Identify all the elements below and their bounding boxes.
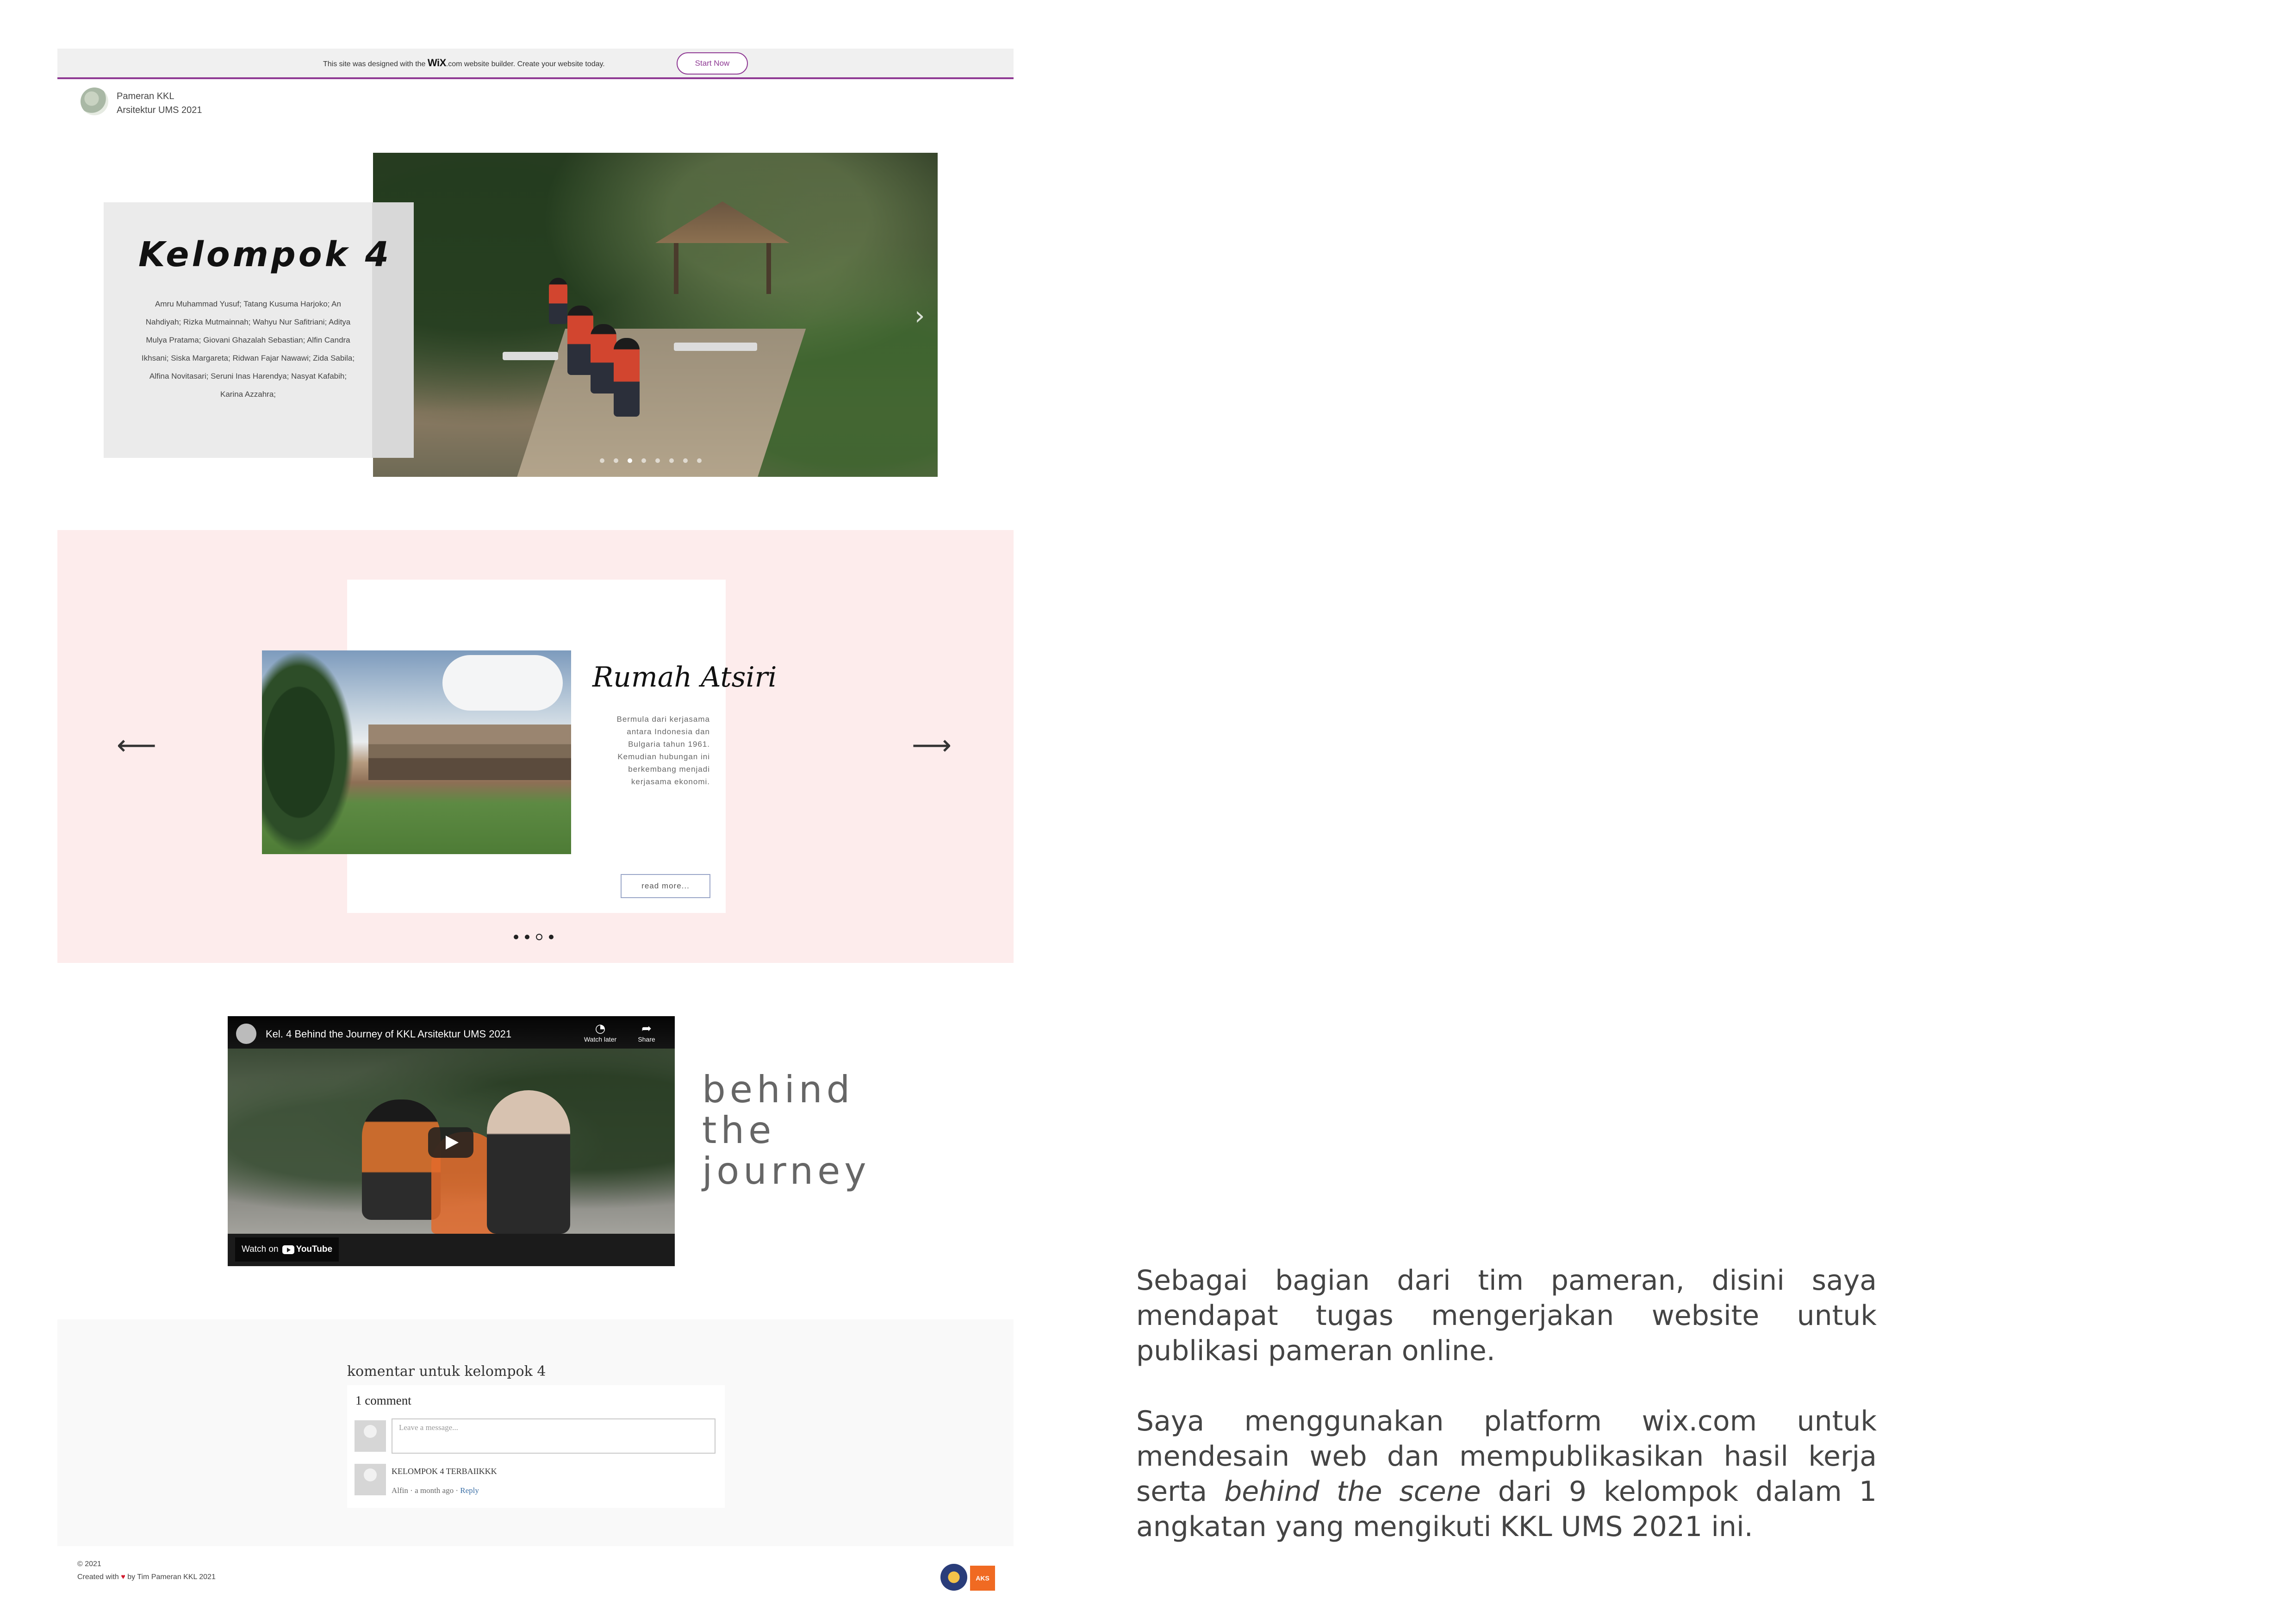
- wix-banner-suffix: .com website builder. Create your websit…: [446, 60, 605, 68]
- hiker: [591, 324, 616, 394]
- comment-count: 1 comment: [355, 1393, 411, 1407]
- person-figure: [362, 1099, 441, 1220]
- hero-dot[interactable]: [683, 458, 688, 463]
- hiker: [567, 306, 593, 375]
- hiker: [549, 278, 567, 324]
- slide-title: Rumah Atsiri: [592, 661, 777, 693]
- video-title[interactable]: Kel. 4 Behind the Journey of KKL Arsitek…: [266, 1028, 511, 1040]
- hero-card: Kelompok 4 Amru Muhammad Yusuf; Tatang K…: [104, 202, 414, 458]
- hiker: [614, 338, 640, 417]
- hero-dot[interactable]: [614, 458, 618, 463]
- slider-next-arrow[interactable]: ⟶: [912, 729, 952, 762]
- comments-section: komentar untuk kelompok 4 1 comment Leav…: [57, 1319, 1014, 1546]
- site-name-line2: Arsitektur UMS 2021: [117, 105, 202, 115]
- channel-avatar[interactable]: [236, 1024, 256, 1044]
- journey-line-1: behind: [702, 1068, 854, 1111]
- university-logo[interactable]: [940, 1564, 967, 1591]
- wix-banner-message: This site was designed with the WiX.com …: [323, 57, 605, 69]
- program-logo[interactable]: AKS UMS: [970, 1566, 995, 1607]
- footer-credit: © 2021 Created with ♥ by Tim Pameran KKL…: [77, 1558, 216, 1584]
- hero-dot[interactable]: [669, 458, 674, 463]
- wix-banner: This site was designed with the WiX.com …: [57, 49, 1014, 79]
- watch-later-label: Watch later: [584, 1036, 617, 1043]
- site-logo[interactable]: [81, 87, 108, 115]
- slider-pagination: [514, 934, 554, 940]
- created-with-line: Created with ♥ by Tim Pameran KKL 2021: [77, 1571, 216, 1584]
- group-members: Amru Muhammad Yusuf; Tatang Kusuma Harjo…: [141, 300, 355, 399]
- website-screenshot: This site was designed with the WiX.com …: [57, 49, 1014, 1607]
- railing: [503, 352, 558, 360]
- pine-tree: [262, 650, 355, 854]
- comment-text: KELOMPOK 4 TERBAIIKKK: [392, 1467, 497, 1476]
- portfolio-description: Sebagai bagian dari tim pameran, disini …: [1136, 1263, 1877, 1580]
- forest-path: [514, 329, 806, 477]
- copyright-text: © 2021: [77, 1560, 101, 1568]
- video-bottom-bar: Watch on YouTube: [228, 1234, 675, 1266]
- comment-author[interactable]: Alfin: [392, 1486, 408, 1495]
- slider-dot[interactable]: [525, 935, 529, 939]
- youtube-wordmark: YouTube: [296, 1244, 333, 1254]
- hero-dot[interactable]: [697, 458, 702, 463]
- share-icon: ➦: [641, 1022, 652, 1036]
- slider-dot[interactable]: [549, 935, 554, 939]
- youtube-play-icon: [282, 1245, 294, 1254]
- comments-widget: 1 comment Leave a message... KELOMPOK 4 …: [347, 1385, 725, 1508]
- description-paragraph-2: Saya menggunakan platform wix.com untuk …: [1136, 1404, 1877, 1544]
- reply-link[interactable]: Reply: [460, 1486, 479, 1495]
- comment-input[interactable]: Leave a message...: [392, 1418, 716, 1454]
- hero-next-arrow[interactable]: ›: [915, 301, 925, 331]
- journey-line-2: the: [702, 1109, 776, 1152]
- journey-line-3: journey: [702, 1149, 871, 1193]
- user-avatar: [355, 1420, 386, 1452]
- destination-slider: ⟵ ⟶ Rumah Atsiri Bermula dari kerjasama …: [57, 530, 1014, 963]
- hero-dot[interactable]: [641, 458, 646, 463]
- comments-title: komentar untuk kelompok 4: [347, 1363, 546, 1380]
- paragraph2-italic: behind the scene: [1224, 1475, 1481, 1508]
- video-top-bar: Kel. 4 Behind the Journey of KKL Arsitek…: [228, 1016, 675, 1049]
- watch-on-label: Watch on: [242, 1244, 279, 1254]
- slider-prev-arrow[interactable]: ⟵: [117, 729, 156, 762]
- clock-icon: ◔: [595, 1022, 606, 1036]
- play-button[interactable]: [428, 1127, 473, 1158]
- share-button[interactable]: ➦ Share: [626, 1022, 667, 1043]
- cloud: [442, 655, 563, 711]
- hero-dot[interactable]: [628, 458, 632, 463]
- slide-image: [262, 650, 571, 854]
- group-title: Kelompok 4: [138, 235, 392, 275]
- gazebo-roof: [655, 201, 790, 243]
- wix-logo: WiX: [427, 57, 446, 69]
- youtube-video-embed[interactable]: Kel. 4 Behind the Journey of KKL Arsitek…: [228, 1016, 675, 1266]
- person-figure: [487, 1090, 570, 1234]
- read-more-button[interactable]: read more...: [621, 874, 710, 898]
- hero-pagination: [600, 458, 702, 463]
- watch-on-youtube-button[interactable]: Watch on YouTube: [235, 1237, 339, 1262]
- share-label: Share: [638, 1036, 655, 1043]
- wix-banner-prefix: This site was designed with the: [323, 60, 426, 68]
- watch-later-button[interactable]: ◔ Watch later: [579, 1022, 621, 1043]
- hero-dot[interactable]: [655, 458, 660, 463]
- comment-age: a month ago: [415, 1486, 454, 1495]
- commenter-avatar: [355, 1464, 386, 1495]
- hero-gallery-image[interactable]: ‹ ›: [373, 153, 938, 477]
- site-name-line1: Pameran KKL: [117, 91, 174, 101]
- gazebo-post: [766, 243, 771, 294]
- railing: [674, 343, 757, 351]
- behind-the-journey-heading: behind the journey: [702, 1069, 871, 1192]
- comment-meta: Alfin · a month ago · Reply: [392, 1486, 479, 1495]
- building: [368, 725, 571, 780]
- credit-suffix: by Tim Pameran KKL 2021: [127, 1573, 216, 1581]
- heart-icon: ♥: [121, 1573, 125, 1581]
- site-name[interactable]: Pameran KKL Arsitektur UMS 2021: [117, 89, 202, 117]
- youtube-logo: YouTube: [282, 1244, 332, 1255]
- hero-dot[interactable]: [600, 458, 604, 463]
- description-paragraph-1: Sebagai bagian dari tim pameran, disini …: [1136, 1264, 1877, 1367]
- gazebo-post: [674, 243, 678, 294]
- slider-dot[interactable]: [536, 934, 542, 940]
- start-now-button[interactable]: Start Now: [677, 52, 748, 75]
- slider-dot[interactable]: [514, 935, 518, 939]
- credit-prefix: Created with: [77, 1573, 119, 1581]
- slide-description: Bermula dari kerjasama antara Indonesia …: [616, 715, 710, 786]
